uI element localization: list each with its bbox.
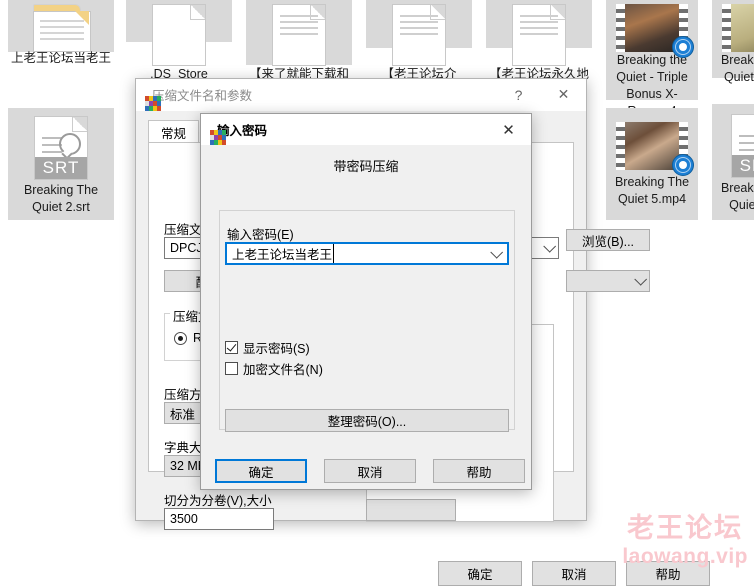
password-heading: 带密码压缩 xyxy=(333,159,399,174)
list-item-label: Breaking The Quiet 4.srt xyxy=(720,181,754,212)
archive-help-button[interactable]: 帮助 xyxy=(626,561,710,586)
list-item-label: Breaking The Quiet 5.mp4 xyxy=(614,175,690,206)
close-icon[interactable]: ✕ xyxy=(541,79,586,110)
checkbox-indicator xyxy=(225,362,238,375)
enter-password-dialog: 输入密码 ✕ 带密码压缩 输入密码(E) 上老王论坛当老王 显示密码(S) 加密… xyxy=(200,113,532,490)
password-input[interactable]: 上老王论坛当老王 xyxy=(225,242,509,265)
password-value: 上老王论坛当老王 xyxy=(232,244,335,263)
list-item[interactable]: 【来了就能下载和观看的论坛，纯免费！】.txt xyxy=(246,0,352,115)
media-badge-icon xyxy=(672,36,694,58)
split-label: 切分为分卷(V),大小 xyxy=(164,494,272,508)
list-item[interactable]: 【老王论坛介绍】.txt xyxy=(366,0,472,98)
tab-general[interactable]: 常规 xyxy=(148,120,200,144)
show-password-checkbox[interactable]: 显示密码(S) xyxy=(225,338,310,357)
list-item[interactable]: SRT Breaking The Quiet 4.srt xyxy=(712,104,754,220)
archive-cancel-button[interactable]: 取消 xyxy=(532,561,616,586)
window-title: 压缩文件名和参数 xyxy=(152,89,253,103)
help-button[interactable]: ? xyxy=(496,79,541,110)
list-item[interactable]: 【老王论坛永久地址发布页】.txt xyxy=(486,0,592,98)
browse-button[interactable]: 浏览(B)... xyxy=(566,229,650,251)
password-help-button[interactable]: 帮助 xyxy=(433,459,525,483)
list-item-label: 上老王论坛当老王 xyxy=(11,51,112,65)
video-icon xyxy=(616,4,694,58)
list-item-label: Breaking The Quiet 2.srt xyxy=(23,183,99,214)
password-cancel-button[interactable]: 取消 xyxy=(324,459,416,483)
split-input[interactable]: 3500 xyxy=(164,508,274,530)
profile-combo[interactable] xyxy=(566,270,650,292)
subtitle-badge: SRT xyxy=(732,155,754,177)
video-icon xyxy=(722,4,754,52)
subtitle-icon: SRT xyxy=(731,114,754,178)
radio-indicator xyxy=(174,331,187,345)
encrypt-filenames-checkbox[interactable]: 加密文件名(N) xyxy=(225,359,323,378)
list-action-button[interactable] xyxy=(366,499,456,521)
list-item[interactable]: SRT Breaking The Quiet 2.srt xyxy=(8,108,114,220)
video-icon xyxy=(616,122,694,176)
password-titlebar: 输入密码 ✕ xyxy=(201,114,531,145)
list-item[interactable]: 上老王论坛当老王 xyxy=(8,0,114,65)
list-item-label: Breaking The Quiet 3.mp4 xyxy=(720,53,754,84)
close-icon[interactable]: ✕ xyxy=(486,114,531,145)
password-label: 输入密码(E) xyxy=(227,228,294,242)
list-item[interactable]: Breaking The Quiet 3.mp4 xyxy=(712,0,754,84)
list-item[interactable]: Breaking the Quiet - Triple Bonus X-Ray.… xyxy=(606,0,698,118)
titlebar: 压缩文件名和参数 ? ✕ xyxy=(136,79,586,111)
password-ok-button[interactable]: 确定 xyxy=(215,459,307,483)
list-item[interactable]: Breaking The Quiet 5.mp4 xyxy=(606,108,698,220)
folder-icon xyxy=(33,4,91,52)
archive-ok-button[interactable]: 确定 xyxy=(438,561,522,586)
document-icon xyxy=(392,4,446,66)
organize-passwords-button[interactable]: 整理密码(O)... xyxy=(225,409,509,432)
document-icon xyxy=(272,4,326,66)
media-badge-icon xyxy=(672,154,694,176)
checkbox-indicator xyxy=(225,341,238,354)
subtitle-badge: SRT xyxy=(35,157,87,179)
subtitle-icon: SRT xyxy=(34,116,88,180)
list-item[interactable]: .DS_Store xyxy=(126,0,232,81)
document-icon xyxy=(152,4,206,66)
document-icon xyxy=(512,4,566,66)
